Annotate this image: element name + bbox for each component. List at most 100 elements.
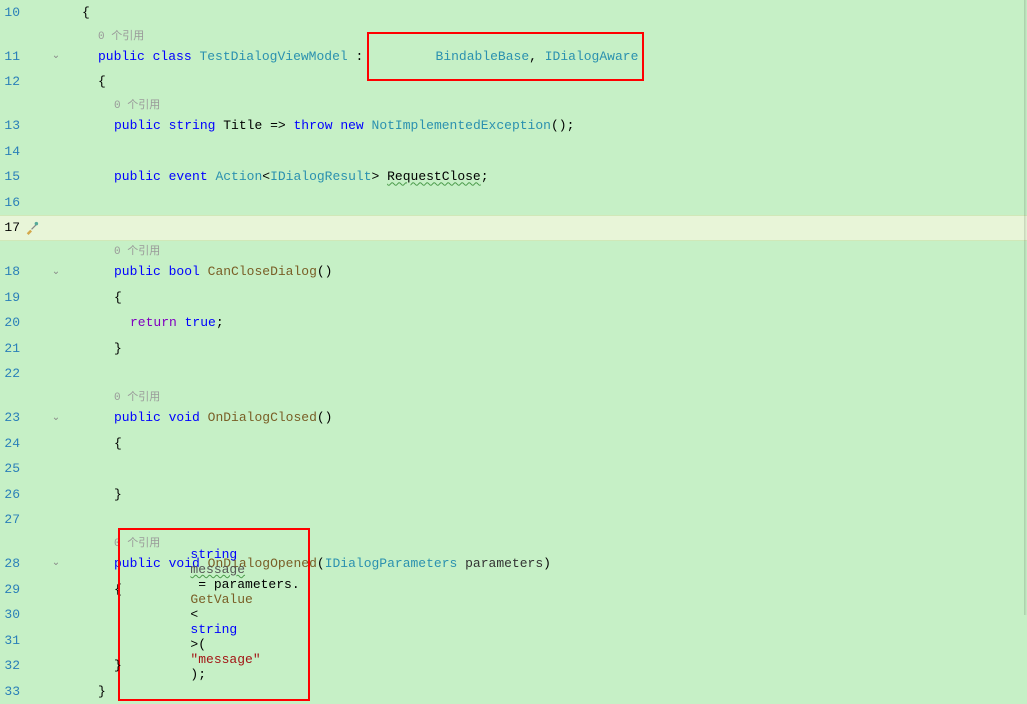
keyword-public: public [114,118,161,133]
codelens-references[interactable]: 0 个引用 [82,242,160,258]
code-line[interactable]: 31 [0,627,1027,653]
line-number: 23 [0,410,22,425]
code-line[interactable]: 20 return true ; [0,310,1027,336]
codelens-references[interactable]: 0 个引用 [82,96,160,112]
code-line[interactable]: 12 { [0,69,1027,95]
codelens-references[interactable]: 0 个引用 [82,388,160,404]
semi: ; [216,315,224,330]
method-call: GetValue [190,592,252,607]
brace: { [82,436,122,451]
gt: > [372,169,388,184]
line-number: 16 [0,195,22,210]
code-editor[interactable]: 10 { 0 个引用 11 ⌄ public class TestDialogV… [0,0,1027,704]
code-line[interactable]: 26 } [0,482,1027,508]
variable-name: message [190,562,245,577]
brace: { [82,290,122,305]
keyword-bool: bool [169,264,200,279]
keyword-public: public [114,169,161,184]
base-class: BindableBase [436,49,530,64]
quick-actions-icon[interactable] [22,221,42,235]
type-idialogresult: IDialogResult [270,169,371,184]
assign: = parameters. [190,577,299,592]
collapse-icon[interactable]: ⌄ [48,557,64,569]
line-number: 19 [0,290,22,305]
line-number: 17 [0,220,22,235]
line-number: 24 [0,436,22,451]
line-number: 25 [0,461,22,476]
line-number: 21 [0,341,22,356]
line-number: 20 [0,315,22,330]
keyword-string: string [190,547,237,562]
collapse-icon[interactable]: ⌄ [48,50,64,62]
comma: , [529,49,545,64]
code-line-current[interactable]: 17 [0,215,1027,241]
line-number: 13 [0,118,22,133]
collapse-icon[interactable]: ⌄ [48,266,64,278]
keyword-class: class [153,49,192,64]
method-name: OnDialogClosed [208,410,317,425]
line-number: 27 [0,512,22,527]
exception-type: NotImplementedException [372,118,551,133]
code-line[interactable]: 14 [0,138,1027,164]
line-number: 22 [0,366,22,381]
keyword-public: public [114,264,161,279]
codelens-line[interactable]: 0 个引用 [0,241,1027,259]
class-name: TestDialogViewModel [199,49,347,64]
line-number: 31 [0,633,22,648]
codelens-line[interactable]: 0 个引用 [0,95,1027,113]
interface-name: IDialogAware [545,49,639,64]
keyword-true: true [185,315,216,330]
keyword-throw: throw [293,118,332,133]
line-number: 33 [0,684,22,699]
code-line[interactable]: 13 public string Title => throw new NotI… [0,113,1027,139]
type-action: Action [215,169,262,184]
keyword-new: new [340,118,363,133]
method-name: CanCloseDialog [208,264,317,279]
code-line[interactable]: 10 { [0,0,1027,26]
line-number: 28 [0,556,22,571]
code-line[interactable]: 19 { [0,284,1027,310]
line-number: 18 [0,264,22,279]
keyword-public: public [98,49,145,64]
code-line[interactable]: 22 [0,361,1027,387]
code-line[interactable]: 16 [0,190,1027,216]
line-number: 12 [0,74,22,89]
code-line[interactable]: 32 } [0,653,1027,679]
code-line[interactable]: 11 ⌄ public class TestDialogViewModel : … [0,44,1027,70]
code-line[interactable]: 18 ⌄ public bool CanCloseDialog () [0,259,1027,285]
arrow: => [262,118,293,133]
code-line[interactable]: 25 [0,456,1027,482]
code-line[interactable]: 33 } [0,679,1027,704]
brace: } [82,684,106,699]
collapse-icon[interactable]: ⌄ [48,412,64,424]
line-number: 10 [0,5,22,20]
brace: } [82,341,122,356]
semi: ; [481,169,489,184]
keyword-return: return [130,315,177,330]
brace: { [82,74,106,89]
property-name: Title [223,118,262,133]
keyword-public: public [114,410,161,425]
code-line[interactable]: 24 { [0,430,1027,456]
lt: < [262,169,270,184]
parens: () [317,410,333,425]
line-number: 11 [0,49,22,64]
code-line[interactable]: 15 public event Action < IDialogResult >… [0,164,1027,190]
keyword-void: void [169,410,200,425]
code-line[interactable]: 21 } [0,336,1027,362]
line-number: 26 [0,487,22,502]
event-name: RequestClose [387,169,481,184]
parens: () [317,264,333,279]
brace: } [82,487,122,502]
line-number: 29 [0,582,22,597]
brace: { [82,5,90,20]
code-line[interactable]: 23 ⌄ public void OnDialogClosed () [0,405,1027,431]
keyword-event: event [169,169,208,184]
keyword-string: string [169,118,216,133]
codelens-line[interactable]: 0 个引用 [0,387,1027,405]
parens: (); [551,118,574,133]
line-number: 14 [0,144,22,159]
line-number: 15 [0,169,22,184]
brace: } [82,658,122,673]
line-number: 32 [0,658,22,673]
